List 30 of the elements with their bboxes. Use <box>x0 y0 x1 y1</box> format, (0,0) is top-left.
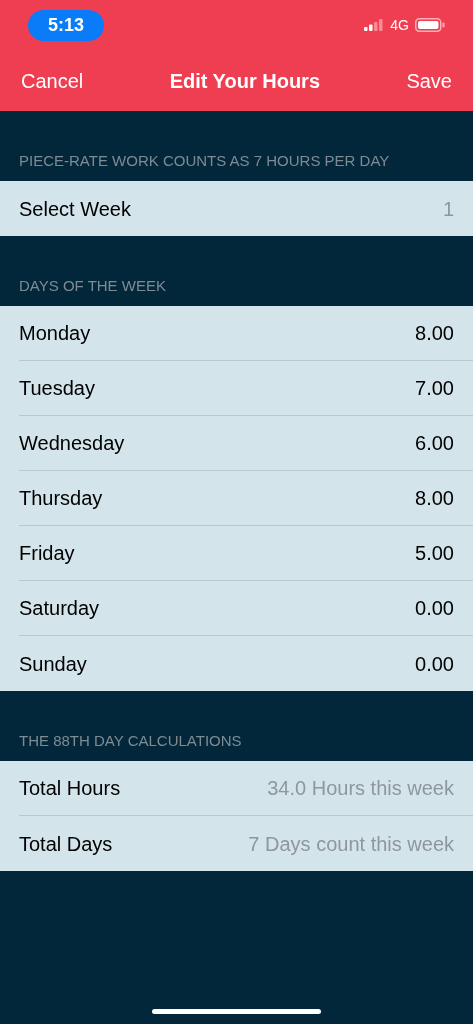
row-value: 7 Days count this week <box>248 831 454 857</box>
hours-field[interactable]: 8.00 <box>415 483 454 513</box>
row-label: Select Week <box>19 196 131 222</box>
cancel-button[interactable]: Cancel <box>21 65 84 96</box>
section-header: DAYS OF THE WEEK <box>19 275 166 296</box>
row-label: Thursday <box>19 486 103 511</box>
status-time: 5:13 <box>28 9 105 41</box>
row-label: Tuesday <box>19 376 95 401</box>
row-label: Monday <box>19 321 91 346</box>
network-label: 4G <box>390 15 409 35</box>
hours-field[interactable]: 0.00 <box>415 593 454 623</box>
battery-icon <box>415 18 445 32</box>
hours-field[interactable]: 0.00 <box>415 648 454 679</box>
save-button[interactable]: Save <box>406 65 452 96</box>
row-label: Sunday <box>19 651 87 677</box>
hours-field[interactable]: 5.00 <box>415 538 454 568</box>
row-label: Total Hours <box>19 776 121 801</box>
hours-field[interactable]: 7.00 <box>415 373 454 403</box>
signal-icon <box>364 19 385 31</box>
hours-field[interactable]: 8.00 <box>415 318 454 348</box>
row-value: 1 <box>442 196 454 222</box>
screen-title: Edit Your Hours <box>169 68 321 94</box>
row-label: Total Days <box>19 831 113 857</box>
row-label: Saturday <box>19 596 100 621</box>
row-value: 34.0 Hours this week <box>267 776 454 801</box>
section-header: THE 88TH DAY CALCULATIONS <box>19 730 242 751</box>
hours-field[interactable]: 6.00 <box>415 428 454 458</box>
row-label: Wednesday <box>19 431 125 456</box>
row-label: Friday <box>19 541 75 566</box>
section-header: PIECE-RATE WORK COUNTS AS 7 HOURS PER DAY <box>19 150 390 171</box>
